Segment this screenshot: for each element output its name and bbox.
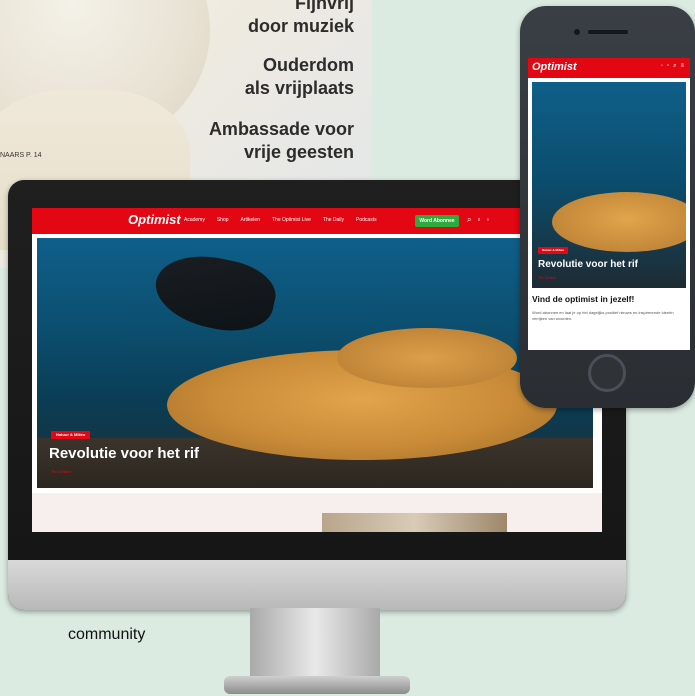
subscribe-button[interactable]: Word Abonnee [415,215,459,227]
menu-icon[interactable]: ≡ [680,63,684,70]
cover-headline-1a: Fijnvrij [294,0,354,13]
mobile-promo-body: Word abonnee en laat je op het dagelijks… [532,310,674,321]
nav-item-artikelen[interactable]: Artikelen [241,217,260,223]
nav-item-daily[interactable]: The Daily [323,217,344,223]
monitor-chin [8,560,626,610]
camera-icon [574,29,580,35]
hero-title[interactable]: Revolutie voor het rif [49,445,199,462]
mobile-nav-icons: ◦ ▫ ⌕ ≡ [661,63,684,70]
mobile-hero-author[interactable]: Tim Dekker [538,276,556,280]
cover-headline-3a: Ambassade voor [208,119,354,139]
mobile-phone: Optimist ◦ ▫ ⌕ ≡ Natuur & Milieu Revolut… [520,6,695,408]
speaker-grille [588,30,628,34]
nav-item-podcasts[interactable]: Podcasts [356,217,377,223]
home-button[interactable] [588,354,626,392]
search-icon[interactable]: ⌕ [467,215,471,225]
caption-text: community [68,626,146,643]
mobile-navbar: Optimist ◦ ▫ ⌕ ≡ [528,58,690,78]
mobile-hero-title[interactable]: Revolutie voor het rif [538,259,638,270]
cover-headline-3b: vrije geesten [243,142,354,162]
coral-reef-top-image [337,328,517,388]
nav-item-academy[interactable]: Academy [184,217,205,223]
diver-image [149,246,281,340]
mobile-hero-badge[interactable]: Natuur & Milieu [538,247,569,254]
search-icon[interactable]: ⌕ [673,63,676,70]
nav-item-shop[interactable]: Shop [217,217,229,223]
user-icon[interactable]: ◦ [661,63,663,70]
desktop-thumbnail[interactable] [322,513,507,532]
hero-category-badge[interactable]: Natuur & Milieu [51,431,91,439]
cover-headline-2a: Ouderdom [262,55,354,75]
monitor-base [224,676,410,694]
mobile-screen: Optimist ◦ ▫ ⌕ ≡ Natuur & Milieu Revolut… [528,58,690,350]
desktop-hero[interactable]: Natuur & Milieu Revolutie voor het rif T… [37,238,593,488]
mobile-logo[interactable]: Optimist [532,61,577,73]
mobile-hero[interactable]: Natuur & Milieu Revolutie voor het rif T… [532,82,686,288]
nav-item-live[interactable]: The Optimist Live [272,217,311,223]
coral-reef-image [552,192,686,252]
desktop-nav-icons: ⌕ ▫ ◦ [467,215,489,225]
mobile-promo-heading: Vind de optimist in jezelf! [532,294,635,304]
cart-icon[interactable]: ▫ [667,63,669,70]
user-icon[interactable]: ◦ [486,215,489,225]
desktop-navbar: Optimist Academy Shop Artikelen The Opti… [32,208,602,234]
desktop-content-area [32,493,602,532]
cover-headline-1b: door muziek [247,16,354,36]
cover-page-ref: NAARS P. 14 [0,152,42,159]
desktop-screen: Optimist Academy Shop Artikelen The Opti… [32,208,602,532]
cover-headline-2b: als vrijplaats [244,78,354,98]
hero-author[interactable]: Tim Dekker [51,469,71,474]
monitor-stand [250,608,380,680]
desktop-logo[interactable]: Optimist [128,212,181,227]
cart-icon[interactable]: ▫ [477,215,480,225]
desktop-nav-menu: Academy Shop Artikelen The Optimist Live… [184,217,377,223]
